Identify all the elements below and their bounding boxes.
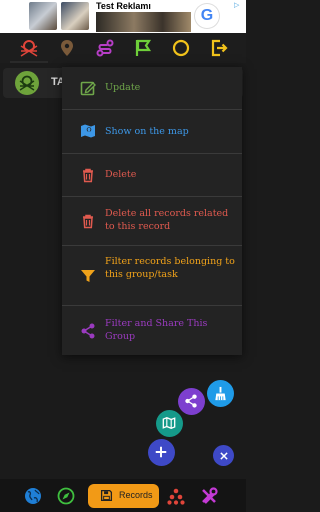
nav-tools[interactable]	[200, 487, 218, 505]
map-grid-icon	[20, 40, 38, 57]
location-pin-icon	[61, 40, 73, 56]
hierarchy-icon	[167, 488, 185, 505]
google-logo-icon: G	[194, 3, 220, 29]
tab-location[interactable]	[57, 38, 77, 58]
menu-item-show-on-map[interactable]: Show on the map	[62, 110, 242, 154]
tools-icon	[202, 487, 218, 504]
menu-item-label: Filter records belonging to this group/t…	[105, 256, 235, 280]
close-icon	[219, 451, 228, 460]
map-icon	[80, 123, 96, 139]
share-fab[interactable]	[178, 388, 205, 415]
top-tab-bar	[0, 33, 246, 63]
menu-item-label: Delete	[105, 169, 137, 180]
menu-item-label: Filter and Share This Group	[105, 318, 208, 342]
nav-compass[interactable]	[57, 487, 75, 505]
context-menu: Update Show on the map Delete Delete all…	[62, 67, 242, 355]
menu-item-delete-all-related[interactable]: Delete all records related to this recor…	[62, 197, 242, 246]
plus-icon	[155, 446, 167, 458]
ad-banner[interactable]: Test Reklamı G ▷	[0, 0, 246, 33]
menu-item-label: Delete all records related to this recor…	[105, 208, 229, 232]
compass-icon	[57, 487, 75, 505]
menu-item-filter-records[interactable]: Filter records belonging to this group/t…	[62, 246, 242, 306]
nav-records[interactable]: Records	[88, 484, 159, 508]
ad-image	[61, 2, 89, 30]
circle-icon	[172, 39, 190, 57]
nav-records-label: Records	[119, 490, 153, 500]
tab-circle[interactable]	[171, 38, 191, 58]
save-icon	[100, 489, 113, 502]
filter-icon	[80, 268, 96, 284]
broom-icon	[215, 386, 226, 401]
trash-icon	[80, 167, 96, 183]
nav-globe[interactable]	[24, 487, 42, 505]
menu-item-label: Show on the map	[105, 126, 189, 137]
add-fab[interactable]	[148, 439, 175, 466]
map-grid-icon	[19, 75, 35, 91]
route-icon	[96, 39, 114, 57]
menu-item-filter-share[interactable]: Filter and Share This Group	[62, 306, 242, 355]
edit-icon	[80, 80, 96, 96]
nav-hierarchy[interactable]	[167, 487, 185, 505]
flag-icon	[135, 39, 152, 56]
map-fab[interactable]	[156, 410, 183, 437]
ad-title: Test Reklamı	[96, 1, 151, 11]
globe-icon	[25, 488, 41, 504]
menu-item-delete[interactable]: Delete	[62, 154, 242, 197]
logout-icon	[211, 39, 228, 57]
tab-map-grid[interactable]	[19, 38, 39, 58]
active-tab-indicator	[10, 61, 48, 63]
tab-route[interactable]	[95, 38, 115, 58]
trash-icon	[80, 213, 96, 229]
share-icon	[80, 323, 96, 339]
ad-choices-icon[interactable]: ▷	[234, 1, 244, 11]
menu-item-update[interactable]: Update	[62, 67, 242, 110]
menu-item-label: Update	[105, 82, 141, 93]
tab-logout[interactable]	[209, 38, 229, 58]
ad-image	[96, 12, 191, 32]
tab-flag[interactable]	[133, 38, 153, 58]
map-icon	[162, 417, 176, 429]
clean-fab[interactable]	[207, 380, 234, 407]
ad-image	[29, 2, 57, 30]
close-fab[interactable]	[213, 445, 234, 466]
avatar	[15, 71, 39, 95]
share-icon	[185, 394, 197, 408]
